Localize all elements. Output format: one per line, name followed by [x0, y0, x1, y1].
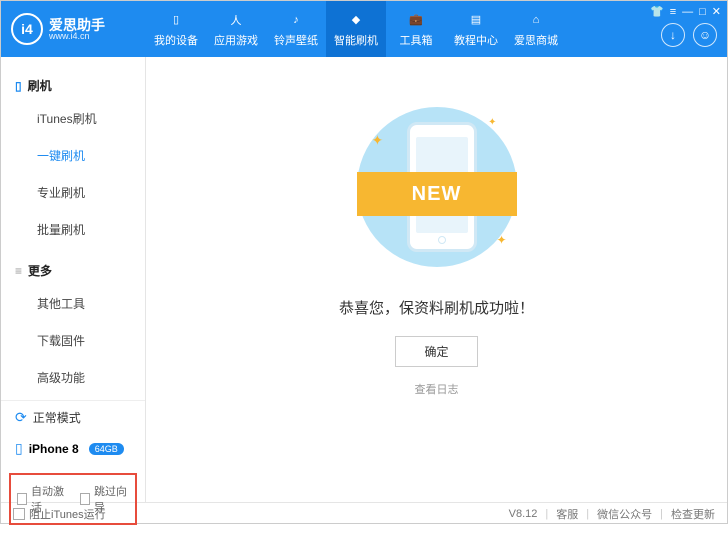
- shirt-icon[interactable]: 👕: [650, 5, 664, 18]
- download-button[interactable]: ↓: [661, 23, 685, 47]
- phone-outline-icon: ▯: [15, 79, 22, 93]
- nav-flash[interactable]: ◆智能刷机: [326, 1, 386, 57]
- maximize-icon[interactable]: □: [699, 6, 706, 18]
- sidebar-item-download-fw[interactable]: 下载固件: [1, 322, 145, 359]
- sidebar-item-oneclick-flash[interactable]: 一键刷机: [1, 137, 145, 174]
- sidebar-item-batch-flash[interactable]: 批量刷机: [1, 211, 145, 248]
- version-label: V8.12: [509, 508, 538, 520]
- nav-store[interactable]: ⌂爱思商城: [506, 1, 566, 57]
- shop-icon: ⌂: [527, 11, 545, 29]
- sidebar: ▯刷机 iTunes刷机 一键刷机 专业刷机 批量刷机 ≡更多 其他工具 下载固…: [1, 57, 146, 502]
- check-update-link[interactable]: 检查更新: [671, 506, 715, 522]
- nav-my-device[interactable]: ▯我的设备: [146, 1, 206, 57]
- block-itunes-checkbox[interactable]: 阻止iTunes运行: [13, 506, 106, 522]
- support-link[interactable]: 客服: [556, 506, 578, 522]
- toolbox-icon: 💼: [407, 11, 425, 29]
- main-nav: ▯我的设备 人应用游戏 ♪铃声壁纸 ◆智能刷机 💼工具箱 ▤教程中心 ⌂爱思商城: [146, 1, 566, 57]
- device-name: iPhone 8: [29, 442, 79, 456]
- user-button[interactable]: ☺: [693, 23, 717, 47]
- sidebar-item-itunes-flash[interactable]: iTunes刷机: [1, 100, 145, 137]
- app-header: i4 爱思助手 www.i4.cn ▯我的设备 人应用游戏 ♪铃声壁纸 ◆智能刷…: [1, 1, 727, 57]
- refresh-icon: ⟳: [15, 409, 27, 426]
- nav-tools[interactable]: 💼工具箱: [386, 1, 446, 57]
- device-row[interactable]: ▯ iPhone 8 64GB: [1, 434, 145, 467]
- sidebar-item-pro-flash[interactable]: 专业刷机: [1, 174, 145, 211]
- main-content: ✦✦✦ NEW 恭喜您，保资料刷机成功啦！ 确定 查看日志: [146, 57, 727, 502]
- sidebar-section-more: ≡更多: [1, 256, 145, 285]
- music-icon: ♪: [287, 11, 305, 29]
- sidebar-section-flash: ▯刷机: [1, 71, 145, 100]
- brand-sub: www.i4.cn: [49, 32, 105, 41]
- device-icon: ▯: [15, 440, 23, 457]
- logo-area: i4 爱思助手 www.i4.cn: [1, 13, 146, 45]
- sidebar-item-advanced[interactable]: 高级功能: [1, 359, 145, 396]
- phone-icon: ▯: [167, 11, 185, 29]
- logo-icon: i4: [11, 13, 43, 45]
- close-icon[interactable]: ✕: [712, 5, 721, 18]
- view-log-link[interactable]: 查看日志: [415, 381, 459, 397]
- flash-icon: ◆: [347, 11, 365, 29]
- brand-title: 爱思助手: [49, 18, 105, 32]
- book-icon: ▤: [467, 11, 485, 29]
- device-status[interactable]: ⟳ 正常模式: [1, 400, 145, 434]
- success-message: 恭喜您，保资料刷机成功啦！: [339, 297, 534, 318]
- sidebar-item-other-tools[interactable]: 其他工具: [1, 285, 145, 322]
- menu-icon[interactable]: ≡: [670, 6, 676, 18]
- wechat-link[interactable]: 微信公众号: [597, 506, 652, 522]
- more-icon: ≡: [15, 264, 22, 278]
- nav-ringtones[interactable]: ♪铃声壁纸: [266, 1, 326, 57]
- nav-apps[interactable]: 人应用游戏: [206, 1, 266, 57]
- window-controls: 👕 ≡ — □ ✕: [650, 5, 721, 18]
- nav-tutorials[interactable]: ▤教程中心: [446, 1, 506, 57]
- ribbon-label: NEW: [357, 172, 517, 216]
- minimize-icon[interactable]: —: [682, 6, 693, 18]
- storage-badge: 64GB: [89, 443, 124, 455]
- confirm-button[interactable]: 确定: [395, 336, 477, 367]
- success-illustration: ✦✦✦ NEW: [347, 97, 527, 277]
- apps-icon: 人: [227, 11, 245, 29]
